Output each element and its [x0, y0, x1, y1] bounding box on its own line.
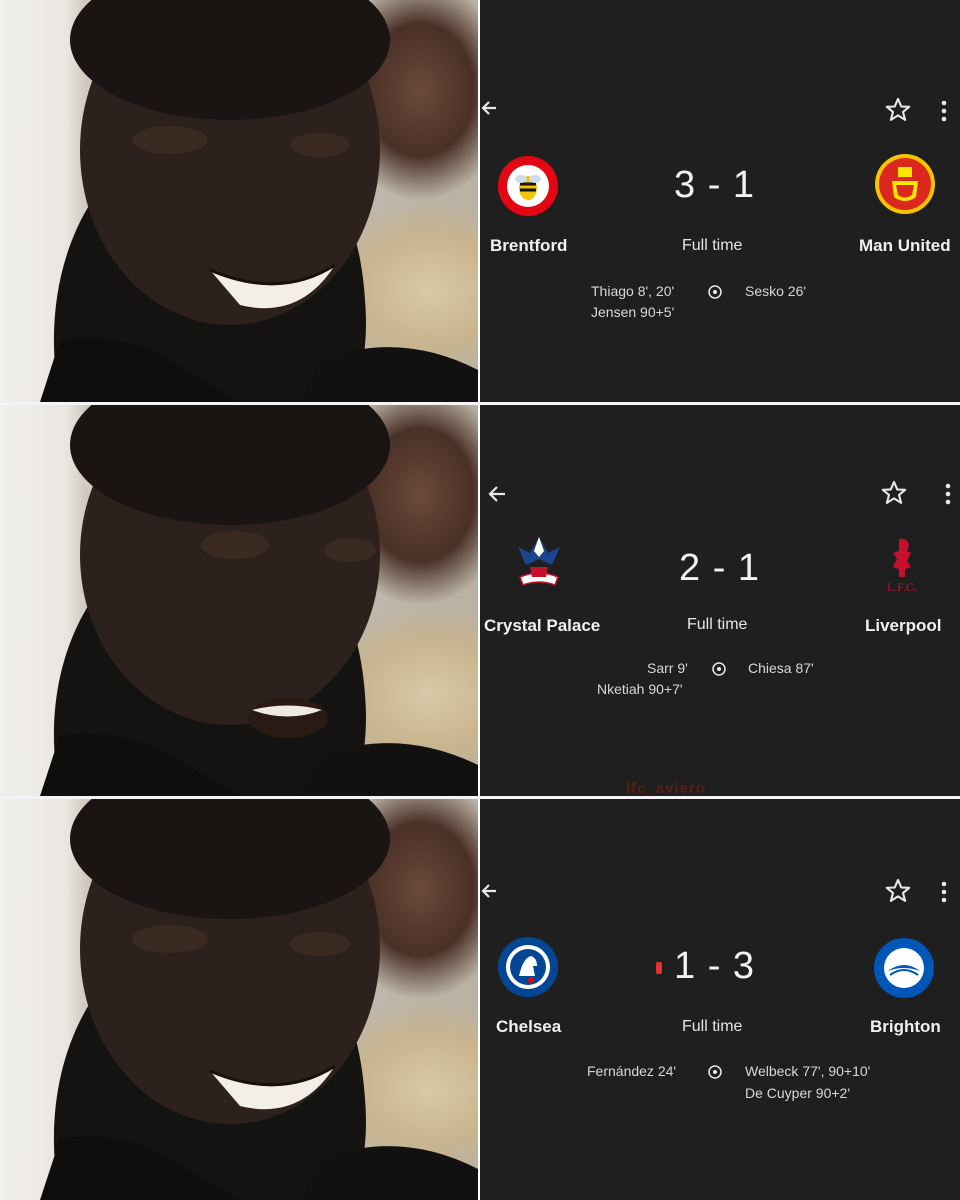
soccer-ball-icon: [708, 1065, 722, 1079]
live-indicator: [656, 962, 662, 974]
reaction-face-illustration: [40, 405, 478, 796]
home-scorer: Fernández 24': [587, 1063, 677, 1079]
home-scorer: Sarr 9': [647, 660, 688, 676]
match-score: 1 - 3: [674, 945, 756, 987]
away-scorer: Welbeck 77', 90+10': [745, 1063, 871, 1079]
away-team-name: Liverpool: [865, 616, 942, 635]
back-arrow-icon[interactable]: [480, 98, 500, 123]
home-team-name: Crystal Palace: [484, 616, 601, 635]
home-scorer: Jensen 90+5': [591, 304, 675, 320]
crystal-palace-crest: [518, 537, 560, 586]
match-card: Crystal Palace 2 - 1 Full time L.F.C. Li…: [480, 405, 960, 796]
home-team-name: Chelsea: [496, 1017, 562, 1036]
chelsea-crest: [498, 937, 558, 997]
man-united-crest: [875, 154, 935, 214]
match-status: Full time: [682, 237, 743, 254]
star-outline-icon[interactable]: [880, 479, 908, 512]
match-panel-3: Chelsea 1 - 3 Full time Brighton Fernánd…: [0, 799, 960, 1200]
away-team-name: Brighton: [870, 1017, 941, 1036]
watermark: lfc_aviero: [626, 780, 707, 796]
soccer-ball-icon: [712, 662, 726, 676]
back-arrow-icon[interactable]: [480, 881, 500, 906]
match-status: Full time: [682, 1018, 743, 1035]
soccer-ball-icon: [708, 285, 722, 299]
match-score: 3 - 1: [674, 164, 756, 206]
match-card: Brentford 3 - 1 Full time Man United Thi…: [480, 0, 960, 402]
reaction-face-illustration: [40, 799, 478, 1200]
away-team-name: Man United: [859, 236, 951, 255]
star-outline-icon[interactable]: [884, 877, 912, 910]
svg-text:L.F.C.: L.F.C.: [887, 580, 917, 594]
match-score: 2 - 1: [679, 547, 761, 589]
away-scorer: De Cuyper 90+2': [745, 1085, 851, 1101]
reaction-photo-smiling: [0, 0, 478, 402]
star-outline-icon[interactable]: [884, 96, 912, 129]
brentford-crest: [498, 156, 558, 216]
match-card: Chelsea 1 - 3 Full time Brighton Fernánd…: [480, 799, 960, 1200]
match-status: Full time: [687, 616, 748, 633]
more-vert-icon[interactable]: [940, 100, 948, 127]
match-panel-2: Crystal Palace 2 - 1 Full time L.F.C. Li…: [0, 405, 960, 796]
reaction-photo-shocked: [0, 405, 478, 796]
home-scorer: Nketiah 90+7': [597, 681, 683, 697]
away-scorer: Chiesa 87': [748, 660, 814, 676]
liverpool-crest: L.F.C.: [887, 538, 917, 594]
reaction-face-illustration: [40, 0, 478, 402]
more-vert-icon[interactable]: [940, 881, 948, 908]
home-team-name: Brentford: [490, 236, 568, 255]
home-scorer: Thiago 8', 20': [591, 283, 675, 299]
reaction-photo-smiling: [0, 799, 478, 1200]
more-vert-icon[interactable]: [944, 483, 952, 510]
match-panel-1: Brentford 3 - 1 Full time Man United Thi…: [0, 0, 960, 402]
back-arrow-icon[interactable]: [487, 483, 509, 510]
away-scorer: Sesko 26': [745, 283, 807, 299]
brighton-crest: [874, 938, 934, 998]
